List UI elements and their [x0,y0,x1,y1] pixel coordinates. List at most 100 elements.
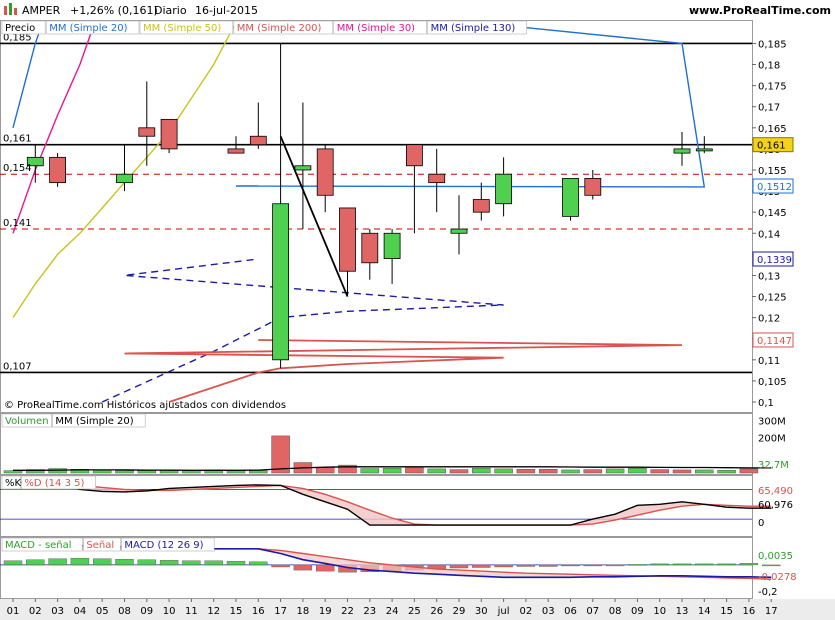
x-tick-label: 02 [520,606,533,617]
volume-bar [249,470,268,474]
hline-label: 0,141 [3,218,32,229]
candle-body [495,173,513,205]
legend-label: Señal [86,540,114,551]
x-tick-label: 12 [207,606,220,617]
volume-bar [405,466,424,474]
x-tick-label: 04 [74,606,87,617]
volume-tag: 32,7M [758,460,789,471]
macd-hist-bar [605,564,625,567]
x-tick-label: 23 [363,606,376,617]
legend-label: MM (Simple 20) [49,23,127,34]
volume-bar [360,468,380,474]
x-tick-label: 06 [564,606,577,617]
volume-bar [672,469,692,474]
y-tick-label: 0,185 [758,39,787,50]
legend-label: %D (14 3 5) [24,478,84,489]
x-tick-label: 19 [319,606,332,617]
date-label: 16-jul-2015 [195,4,258,17]
macd-hist-bar [159,560,179,566]
x-tick-label: 22 [341,606,354,617]
x-tick-label: 09 [631,606,644,617]
panel-border-0 [0,20,753,413]
candle-body [428,173,446,184]
y-tick-label: 0,175 [758,82,787,93]
macd-hist-bar [494,564,513,568]
x-tick-label: 16 [252,606,265,617]
candle-body [361,232,379,264]
y-tick-label: 0,1 [758,398,774,409]
macd-y-tick: -0,2 [758,587,778,598]
volume-bar [739,468,759,474]
volume-bar [717,470,736,474]
header-bar: AMPER +1,26% (0,161) Diario 16-jul-2015 … [0,0,835,20]
y-tick-label: 0,145 [758,208,787,219]
volume-bar [226,470,246,474]
candle-body [339,207,356,272]
macd-hist-bar [226,561,246,566]
x-tick-label: 08 [609,606,622,617]
x-tick-label: 29 [453,606,466,617]
macd-tag: 0,0035 [758,551,793,562]
price-tag: 0,161 [757,141,786,152]
macd-hist-bar [137,559,157,566]
macd-hist-bar [762,564,781,567]
volume-bar [494,468,513,474]
volume-bar [115,470,134,474]
x-tick-label: 08 [118,606,131,617]
legend-label: Volumen [5,416,49,427]
macd-hist-bar [650,563,669,566]
candle-body [405,144,423,167]
x-tick-label: 26 [430,606,443,617]
macd-hist-bar [92,558,112,566]
x-tick-label: 14 [698,606,711,617]
volume-bar [137,470,157,474]
x-tick-label: 10 [653,606,666,617]
macd-hist-bar [204,560,223,566]
legend-label: MM (Simple 130) [431,23,516,34]
candle-body [160,118,178,150]
x-tick-label: 07 [586,606,599,617]
x-tick-label: 17 [765,606,778,617]
legend-label: MM (Simple 30) [337,23,415,34]
volume-bar [583,469,603,474]
volume-bar [159,470,179,474]
macd-hist-bar [472,564,491,568]
candle-body [316,148,334,196]
x-tick-label: 02 [29,606,42,617]
volume-bar [538,469,558,474]
macd-hist-bar [48,558,67,566]
volume-bar [650,469,669,474]
candle-body [472,199,490,213]
stoch-tag: 65,490 [758,486,793,497]
x-tick-label: 09 [140,606,153,617]
site-label[interactable]: www.ProRealTime.com [689,4,831,17]
y-tick-label: 0,125 [758,293,787,304]
x-tick-label: 05 [96,606,109,617]
x-tick-label: 16 [743,606,756,617]
y-tick-label: 0,14 [758,229,780,240]
stoch-y-tick: 0 [758,518,764,529]
candle-body [673,148,691,154]
x-tick-label: 03 [51,606,64,617]
volume-bar [3,470,23,474]
macd-hist-bar [539,564,558,567]
macd-hist-bar [583,564,602,567]
candle-body [272,203,290,361]
volume-bar [695,469,714,474]
price-tag: 0,1512 [757,182,792,193]
x-tick-label: 17 [274,606,287,617]
hline-label: 0,107 [3,361,32,372]
volume-bar [182,470,201,474]
volume-bar [516,469,536,474]
volume-y-tick: 300M [758,416,786,427]
macd-hist-bar [249,561,268,566]
y-tick-label: 0,17 [758,103,780,114]
x-tick-label: 13 [676,606,689,617]
macd-hist-bar [695,563,714,566]
legend-label: MM (Simple 20) [55,416,133,427]
volume-bar [472,467,491,474]
candle-body [584,178,602,196]
y-tick-label: 0,12 [758,314,780,325]
macd-hist-bar [739,563,759,566]
macd-hist-bar [516,564,536,567]
